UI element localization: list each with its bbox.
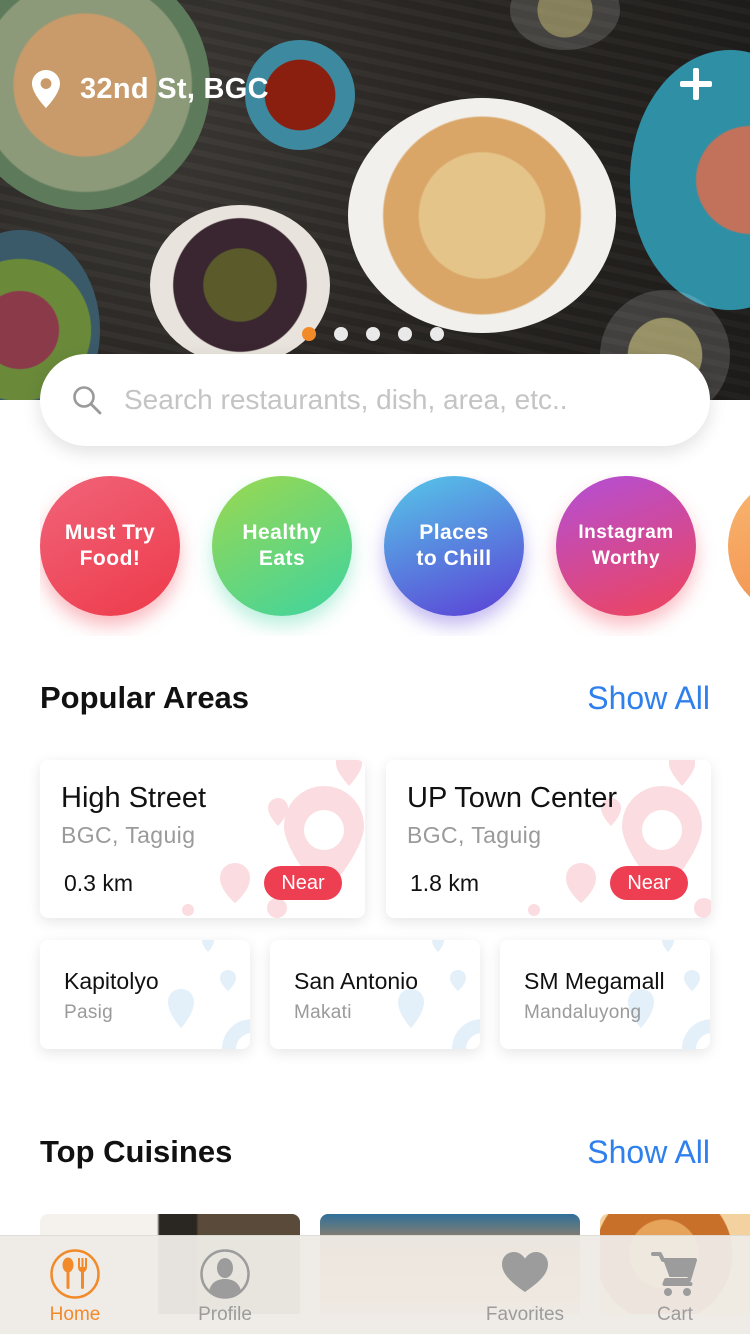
area-name: Kapitolyo [64,968,159,994]
category-label-line: Places [419,521,489,544]
show-all-areas-link[interactable]: Show All [587,680,710,717]
tab-label: Home [49,1304,101,1325]
category-label: Must Try Food! [50,520,170,572]
section-title-popular-areas: Popular Areas [40,680,250,715]
location-label: 32nd St, BGC [80,72,269,105]
area-name: San Antonio [294,968,419,994]
hero-banner[interactable]: 32nd St, BGC [0,0,750,400]
area-name: High Street [61,782,207,814]
plus-icon[interactable] [676,64,716,104]
heart-icon [502,1252,548,1292]
area-location: Makati [294,1002,352,1023]
near-badge: Near [264,866,342,900]
category-label-line: Instagram [578,522,674,543]
category-label: Instagram Worthy [566,520,686,572]
area-card-kapitolyo[interactable]: Kapitolyo Pasig [40,940,250,1049]
search-input[interactable] [124,384,684,416]
area-name: SM Megamall [524,968,665,994]
section-title-top-cuisines: Top Cuisines [40,1134,233,1169]
area-card-sm-megamall[interactable]: SM Megamall Mandaluyong [500,940,710,1049]
carousel-dot[interactable] [366,327,380,341]
tab-home[interactable]: Home [0,1236,150,1334]
category-partial[interactable] [728,476,750,616]
area-location: Pasig [64,1002,114,1023]
category-healthy-eats[interactable]: Healthy Eats [212,476,352,616]
category-label-line: Healthy [242,521,322,544]
hero-food-plate [348,98,616,333]
category-carousel[interactable]: Must Try Food! Healthy Eats Places to Ch… [40,476,750,636]
carousel-indicator [302,327,444,341]
carousel-dot[interactable] [398,327,412,341]
area-location: BGC, Taguig [61,822,196,848]
category-instagram-worthy[interactable]: Instagram Worthy [556,476,696,616]
category-label-line: Eats [258,547,306,570]
tab-cart[interactable]: Cart [600,1236,750,1334]
category-label-line: Worthy [591,548,661,569]
category-label-line: Must Try [64,521,156,544]
map-pin-icon [32,70,60,108]
area-card-high-street[interactable]: High Street BGC, Taguig 0.3 km Near [40,760,365,918]
category-places-to-chill[interactable]: Places to Chill [384,476,524,616]
search-icon [73,386,102,415]
user-icon [200,1249,250,1299]
tab-label: Profile [198,1304,252,1325]
cart-icon [651,1252,697,1296]
bottom-tab-bar: Home Profile Favorites Cart [0,1235,750,1334]
show-all-cuisines-link[interactable]: Show All [587,1134,710,1171]
category-label: Places to Chill [394,520,514,572]
tab-profile[interactable]: Profile [150,1236,300,1334]
tab-label: Cart [657,1304,693,1325]
location-selector[interactable]: 32nd St, BGC [32,70,269,108]
near-badge: Near [610,866,688,900]
area-distance: 0.3 km [64,870,134,896]
category-label: Healthy Eats [222,520,342,572]
area-location: Mandaluyong [524,1002,642,1023]
tab-label: Favorites [485,1304,565,1325]
search-bar[interactable] [40,354,710,446]
carousel-dot[interactable] [334,327,348,341]
carousel-dot[interactable] [430,327,444,341]
area-card-san-antonio[interactable]: San Antonio Makati [270,940,480,1049]
carousel-dot-active[interactable] [302,327,316,341]
category-must-try-food[interactable]: Must Try Food! [40,476,180,616]
area-name: UP Town Center [407,782,618,814]
tab-favorites[interactable]: Favorites [450,1236,600,1334]
fork-spoon-icon [50,1249,100,1299]
area-card-up-town-center[interactable]: UP Town Center BGC, Taguig 1.8 km Near [386,760,711,918]
area-distance: 1.8 km [410,870,480,896]
category-label-line: to Chill [416,547,492,570]
category-label-line: Food! [79,547,141,570]
area-location: BGC, Taguig [407,822,542,848]
hero-food-plate [150,205,330,365]
